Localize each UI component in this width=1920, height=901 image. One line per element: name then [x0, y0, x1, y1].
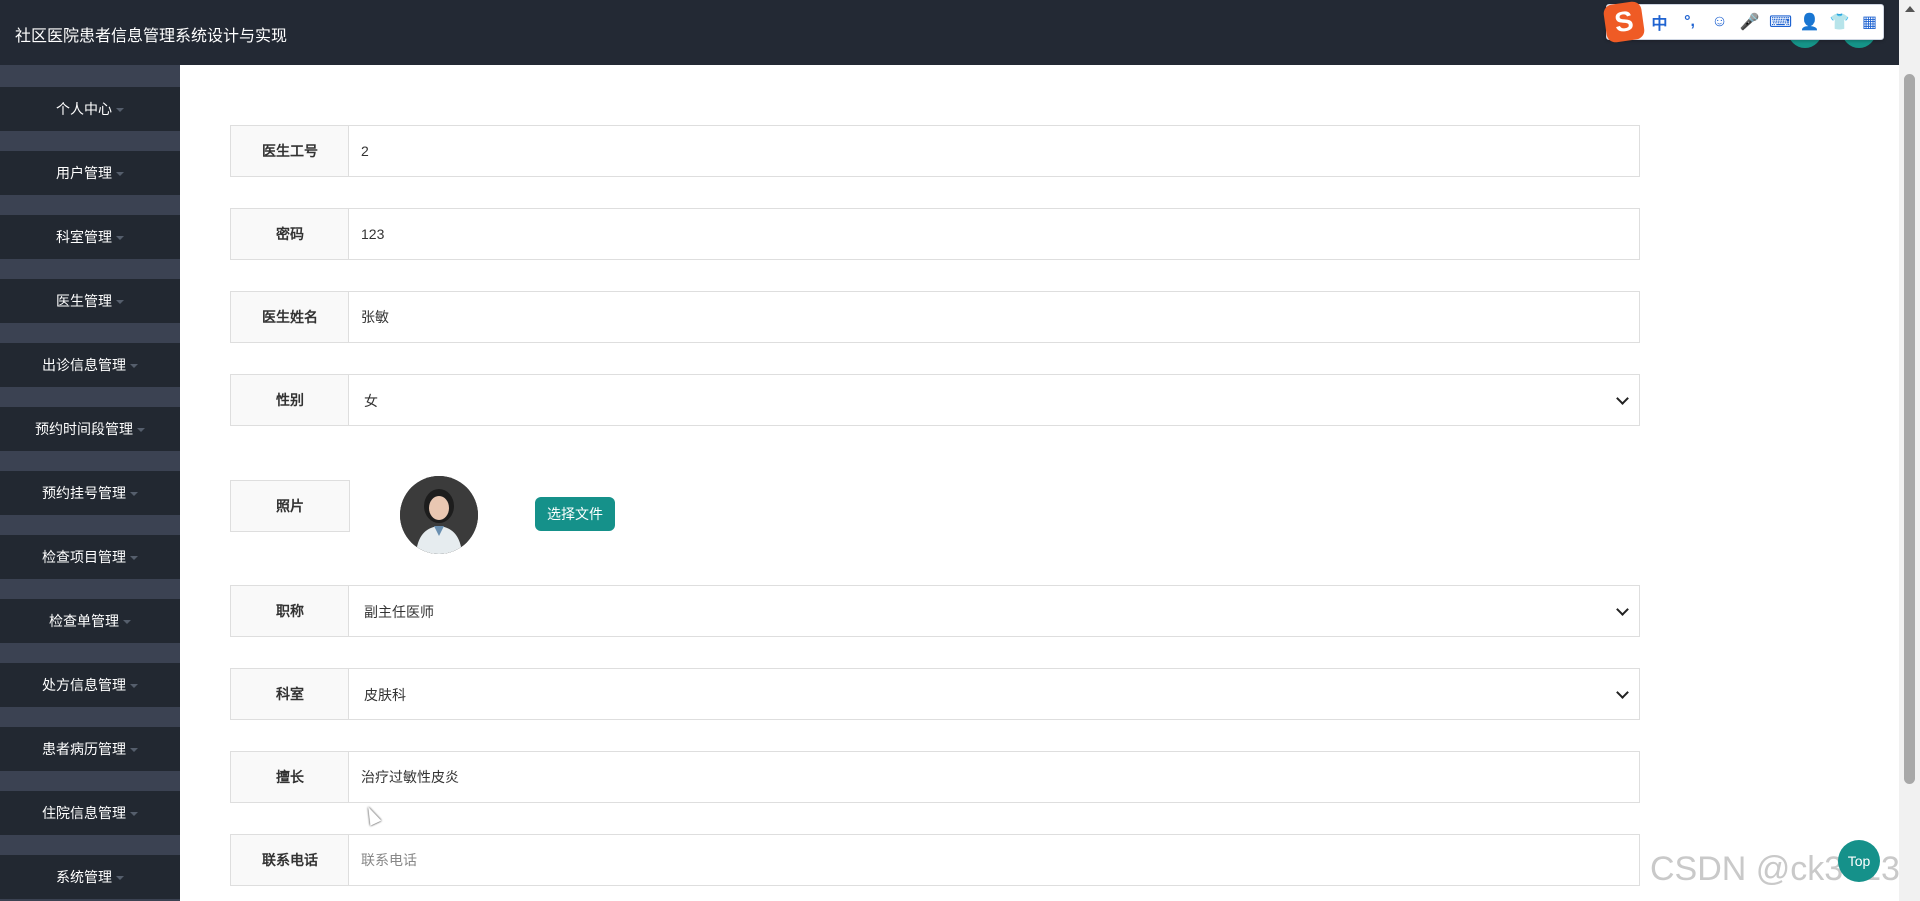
password-field-wrap	[348, 208, 1640, 260]
specialty-label: 擅长	[230, 751, 350, 803]
caret-down-icon	[130, 492, 138, 496]
ime-user-icon[interactable]: 👤	[1799, 12, 1820, 32]
sidebar-item-visit-info-management[interactable]: 出诊信息管理	[0, 343, 180, 387]
ime-apps-icon[interactable]: ▦	[1859, 12, 1880, 32]
caret-down-icon	[130, 364, 138, 368]
doctor-name-label: 医生姓名	[230, 291, 350, 343]
caret-down-icon	[123, 620, 131, 624]
phone-label: 联系电话	[230, 834, 350, 886]
app-title: 社区医院患者信息管理系统设计与实现	[15, 28, 288, 45]
caret-down-icon	[116, 236, 124, 240]
specialty-input[interactable]	[349, 752, 1639, 802]
ime-microphone-icon[interactable]: 🎤	[1739, 12, 1760, 32]
department-selected-value: 皮肤科	[364, 687, 406, 703]
gender-select[interactable]: 女	[348, 374, 1640, 426]
sidebar-item-medical-record-management[interactable]: 患者病历管理	[0, 727, 180, 771]
doctor-photo-avatar	[400, 476, 478, 554]
phone-input[interactable]	[349, 835, 1639, 885]
form-row-password: 密码	[230, 208, 1640, 260]
back-to-top-button[interactable]: Top	[1838, 840, 1880, 882]
sidebar: 个人中心 用户管理 科室管理 医生管理 出诊信息管理 预约时间段管理 预约挂号管…	[0, 65, 180, 901]
password-label: 密码	[230, 208, 350, 260]
sidebar-item-time-slot-management[interactable]: 预约时间段管理	[0, 407, 180, 451]
scroll-up-arrow-icon[interactable]	[1905, 6, 1915, 12]
chevron-down-icon	[1616, 686, 1629, 699]
form-row-doctor-name: 医生姓名	[230, 291, 1640, 343]
sidebar-item-user-management[interactable]: 用户管理	[0, 151, 180, 195]
form-row-gender: 性别 女	[230, 374, 1640, 426]
sogou-logo-icon[interactable]: S	[1602, 0, 1646, 44]
specialty-field-wrap	[348, 751, 1640, 803]
sidebar-item-prescription-management[interactable]: 处方信息管理	[0, 663, 180, 707]
doctor-id-label: 医生工号	[230, 125, 350, 177]
chevron-down-icon	[1616, 603, 1629, 616]
mouse-cursor-icon	[362, 804, 382, 826]
caret-down-icon	[137, 428, 145, 432]
department-select[interactable]: 皮肤科	[348, 668, 1640, 720]
caret-down-icon	[116, 876, 124, 880]
doctor-id-field-wrap	[348, 125, 1640, 177]
ime-skin-icon[interactable]: 👕	[1829, 12, 1850, 32]
caret-down-icon	[130, 748, 138, 752]
sidebar-item-inpatient-management[interactable]: 住院信息管理	[0, 791, 180, 835]
form-row-phone: 联系电话	[230, 834, 1640, 886]
caret-down-icon	[116, 108, 124, 112]
ime-keyboard-icon[interactable]: ⌨	[1769, 12, 1792, 32]
form-row-department: 科室 皮肤科	[230, 668, 1640, 720]
doctor-name-field-wrap	[348, 291, 1640, 343]
password-input[interactable]	[349, 209, 1639, 259]
title-selected-value: 副主任医师	[364, 604, 434, 620]
sidebar-item-system-management[interactable]: 系统管理	[0, 855, 180, 899]
sidebar-item-exam-item-management[interactable]: 检查项目管理	[0, 535, 180, 579]
gender-label: 性别	[230, 374, 350, 426]
ime-emoji-icon[interactable]: ☺	[1709, 13, 1730, 31]
title-label: 职称	[230, 585, 350, 637]
caret-down-icon	[116, 300, 124, 304]
caret-down-icon	[116, 172, 124, 176]
caret-down-icon	[130, 556, 138, 560]
sidebar-item-department-management[interactable]: 科室管理	[0, 215, 180, 259]
sidebar-item-registration-management[interactable]: 预约挂号管理	[0, 471, 180, 515]
title-select[interactable]: 副主任医师	[348, 585, 1640, 637]
phone-field-wrap	[348, 834, 1640, 886]
department-label: 科室	[230, 668, 350, 720]
caret-down-icon	[130, 812, 138, 816]
ime-punctuation-icon[interactable]: °,	[1679, 13, 1700, 31]
sidebar-item-personal-center[interactable]: 个人中心	[0, 87, 180, 131]
form-row-doctor-id: 医生工号	[230, 125, 1640, 177]
doctor-id-input[interactable]	[349, 126, 1639, 176]
page-scrollbar[interactable]	[1899, 0, 1920, 901]
doctor-name-input[interactable]	[349, 292, 1639, 342]
chevron-down-icon	[1616, 392, 1629, 405]
scrollbar-thumb[interactable]	[1904, 74, 1915, 784]
ime-toolbar[interactable]: S 中 °, ☺ 🎤 ⌨ 👤 👕 ▦	[1602, 0, 1884, 44]
choose-file-button[interactable]: 选择文件	[535, 497, 615, 531]
gender-selected-value: 女	[364, 393, 378, 409]
photo-label: 照片	[230, 480, 350, 532]
form-row-title: 职称 副主任医师	[230, 585, 1640, 637]
form-row-specialty: 擅长	[230, 751, 1640, 803]
sidebar-item-exam-order-management[interactable]: 检查单管理	[0, 599, 180, 643]
caret-down-icon	[130, 684, 138, 688]
ime-chinese-mode-icon[interactable]: 中	[1649, 10, 1670, 34]
sidebar-item-doctor-management[interactable]: 医生管理	[0, 279, 180, 323]
